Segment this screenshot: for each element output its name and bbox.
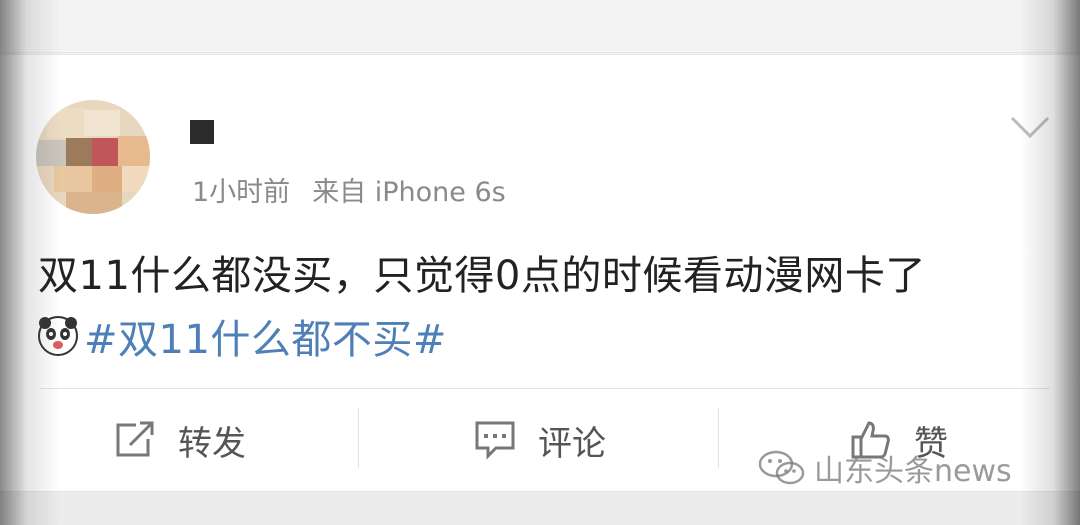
speech-bubble-icon (475, 421, 515, 460)
wechat-icon (758, 450, 805, 485)
action-separator (358, 408, 359, 468)
hashtag-link[interactable]: #双11什么都不买# (84, 307, 447, 365)
comment-label: 评论 (538, 423, 606, 464)
repost-button[interactable]: 转发 (114, 390, 246, 490)
post-body-text: 双11什么都没买，只觉得0点的时候看动漫网卡了 (38, 253, 926, 299)
post-meta: 1小时前 来自 iPhone 6s (192, 170, 506, 209)
next-card-edge (0, 492, 1080, 525)
avatar[interactable] (36, 100, 150, 214)
post-source: 来自 iPhone 6s (312, 177, 506, 208)
post-timestamp: 1小时前 (192, 177, 291, 208)
watermark-text: 山东头条news (814, 454, 1012, 489)
share-square-arrow-icon (116, 421, 154, 457)
weibo-post-screen: 1小时前 来自 iPhone 6s 双11什么都没买，只觉得0点的时候看动漫网卡了… (0, 0, 1080, 525)
comment-button[interactable]: 评论 (474, 390, 606, 490)
username-redacted[interactable] (190, 120, 214, 144)
chevron-down-icon[interactable] (1008, 112, 1052, 142)
action-separator (718, 408, 719, 468)
repost-label: 转发 (178, 423, 246, 464)
action-divider (40, 388, 1050, 389)
hashtag-row: #双11什么都不买# (36, 308, 447, 364)
watermark: 山东头条news (758, 446, 1012, 490)
previous-card-edge (0, 0, 1080, 53)
panda-face-emoji-icon (38, 316, 78, 356)
